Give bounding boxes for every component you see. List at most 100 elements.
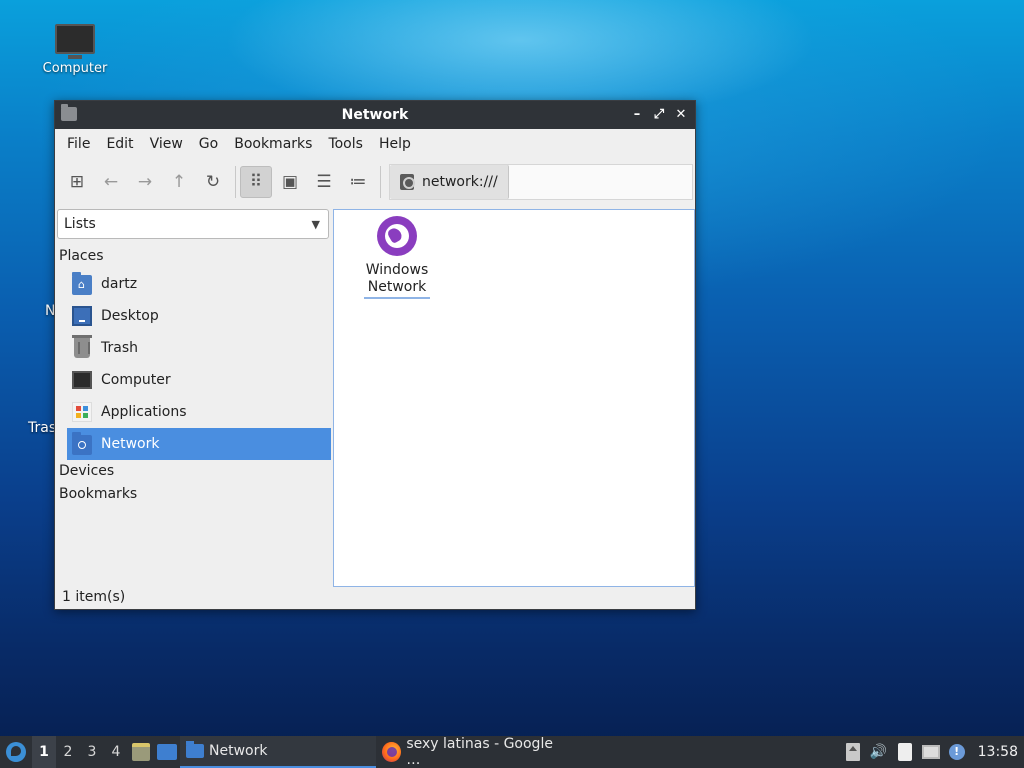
file-item-label-line2: Network bbox=[367, 279, 427, 295]
back-button[interactable]: ← bbox=[95, 166, 127, 198]
firefox-icon bbox=[382, 742, 402, 762]
volume-icon: 🔊 bbox=[869, 744, 888, 760]
compact-view-button[interactable]: ☰ bbox=[308, 166, 340, 198]
drive-icon bbox=[400, 174, 415, 190]
quicklaunch-file-manager[interactable] bbox=[128, 736, 154, 768]
menu-bookmarks[interactable]: Bookmarks bbox=[226, 129, 320, 159]
sidebar-item-label: Applications bbox=[101, 404, 187, 420]
new-window-button[interactable]: ⊞ bbox=[61, 166, 93, 198]
eject-icon bbox=[845, 743, 860, 761]
file-item-label-line1: Windows bbox=[365, 262, 429, 278]
sidebar-item-trash[interactable]: Trash bbox=[67, 332, 331, 364]
menu-help[interactable]: Help bbox=[371, 129, 419, 159]
location-bar[interactable]: network:/// bbox=[389, 164, 693, 200]
maximize-button[interactable]: ⤢ bbox=[649, 105, 669, 125]
window-folder-icon bbox=[61, 104, 77, 121]
menu-go[interactable]: Go bbox=[191, 129, 226, 159]
section-places[interactable]: Places bbox=[55, 245, 333, 268]
taskbar: 1 2 3 4 Network sexy latinas - Google … … bbox=[0, 736, 1024, 768]
sidebar-item-network[interactable]: Network bbox=[67, 428, 331, 460]
menu-view[interactable]: View bbox=[142, 129, 191, 159]
thumbnail-view-button[interactable]: ▣ bbox=[274, 166, 306, 198]
reload-button[interactable]: ↻ bbox=[197, 166, 229, 198]
tray-eject[interactable] bbox=[840, 736, 866, 768]
side-pane-mode-value: Lists bbox=[64, 216, 96, 232]
task-label: Network bbox=[209, 743, 268, 759]
tray-updates[interactable]: ! bbox=[944, 736, 970, 768]
file-manager-window: Network – ⤢ ✕ File Edit View Go Bookmark… bbox=[54, 100, 696, 610]
section-bookmarks[interactable]: Bookmarks bbox=[55, 483, 333, 506]
chevron-down-icon: ▼ bbox=[311, 217, 320, 231]
forward-arrow-icon: → bbox=[137, 172, 153, 192]
detailed-list-view-button[interactable]: ≔ bbox=[342, 166, 374, 198]
toolbar-separator bbox=[380, 166, 381, 198]
show-desktop-icon bbox=[157, 744, 177, 760]
update-notifier-icon: ! bbox=[948, 744, 965, 760]
tray-network[interactable] bbox=[918, 736, 944, 768]
up-button[interactable]: ↑ bbox=[163, 166, 195, 198]
trash-icon bbox=[72, 335, 92, 358]
path-button-network[interactable]: network:/// bbox=[390, 165, 509, 199]
sidebar-item-label: Computer bbox=[101, 372, 171, 388]
toolbar: ⊞ ← → ↑ ↻ ⠿ ▣ ☰ ≔ network:/// bbox=[55, 159, 695, 205]
up-arrow-icon: ↑ bbox=[171, 172, 187, 192]
side-pane: Lists ▼ Places dartz Desktop Trash Compu… bbox=[55, 209, 333, 583]
task-network[interactable]: Network bbox=[180, 736, 376, 768]
sidebar-item-applications[interactable]: Applications bbox=[67, 396, 331, 428]
computer-icon bbox=[72, 371, 92, 389]
quicklaunch-show-desktop[interactable] bbox=[154, 736, 180, 768]
minimize-button[interactable]: – bbox=[627, 105, 647, 125]
close-button[interactable]: ✕ bbox=[671, 105, 691, 125]
monitor-icon bbox=[55, 24, 95, 59]
desktop-computer-label: Computer bbox=[42, 61, 108, 76]
menu-tools[interactable]: Tools bbox=[320, 129, 371, 159]
sidebar-item-label: Desktop bbox=[101, 308, 159, 324]
compact-view-icon: ☰ bbox=[316, 172, 332, 192]
file-manager-icon bbox=[132, 743, 150, 761]
icon-view-button[interactable]: ⠿ bbox=[240, 166, 272, 198]
detailed-list-view-icon: ≔ bbox=[349, 172, 367, 192]
folder-view[interactable]: Windows Network bbox=[333, 209, 695, 587]
tray-volume[interactable]: 🔊 bbox=[866, 736, 892, 768]
new-window-icon: ⊞ bbox=[69, 172, 85, 192]
side-pane-mode-select[interactable]: Lists ▼ bbox=[57, 209, 329, 239]
workspace-2[interactable]: 2 bbox=[56, 736, 80, 768]
file-item-windows-network[interactable]: Windows Network bbox=[356, 216, 438, 299]
sidebar-item-desktop[interactable]: Desktop bbox=[67, 300, 331, 332]
window-body: Lists ▼ Places dartz Desktop Trash Compu… bbox=[55, 205, 695, 587]
home-folder-icon bbox=[72, 272, 92, 295]
sidebar-item-dartz[interactable]: dartz bbox=[67, 268, 331, 300]
windows-network-globe-icon bbox=[377, 216, 417, 256]
menu-file[interactable]: File bbox=[59, 129, 98, 159]
desktop-icon bbox=[72, 306, 92, 326]
section-devices[interactable]: Devices bbox=[55, 460, 333, 483]
lubuntu-logo-icon bbox=[6, 742, 26, 762]
forward-button[interactable]: → bbox=[129, 166, 161, 198]
task-firefox[interactable]: sexy latinas - Google … bbox=[376, 736, 572, 768]
desktop-computer-icon[interactable]: Computer bbox=[38, 24, 112, 76]
sidebar-item-label: dartz bbox=[101, 276, 138, 292]
workspace-3[interactable]: 3 bbox=[80, 736, 104, 768]
network-folder-icon bbox=[72, 432, 92, 455]
reload-icon: ↻ bbox=[205, 172, 221, 192]
desktop-partial-label-trash[interactable]: Tras bbox=[28, 420, 56, 436]
clipboard-icon bbox=[897, 743, 912, 761]
sidebar-item-computer[interactable]: Computer bbox=[67, 364, 331, 396]
icon-view-icon: ⠿ bbox=[249, 172, 263, 192]
window-titlebar[interactable]: Network – ⤢ ✕ bbox=[55, 101, 695, 129]
start-menu-button[interactable] bbox=[0, 736, 32, 768]
file-item-label: Windows Network bbox=[363, 262, 431, 299]
workspace-4[interactable]: 4 bbox=[104, 736, 128, 768]
task-label: sexy latinas - Google … bbox=[406, 736, 553, 768]
tray-clipboard[interactable] bbox=[892, 736, 918, 768]
sidebar-item-label: Trash bbox=[101, 340, 138, 356]
workspace-1[interactable]: 1 bbox=[32, 736, 56, 768]
folder-icon bbox=[186, 741, 204, 758]
menu-edit[interactable]: Edit bbox=[98, 129, 141, 159]
menubar: File Edit View Go Bookmarks Tools Help bbox=[55, 129, 695, 159]
back-arrow-icon: ← bbox=[103, 172, 119, 192]
thumbnail-view-icon: ▣ bbox=[281, 172, 299, 192]
toolbar-separator bbox=[235, 166, 236, 198]
clock[interactable]: 13:58 bbox=[970, 744, 1024, 760]
status-bar: 1 item(s) bbox=[62, 589, 126, 605]
